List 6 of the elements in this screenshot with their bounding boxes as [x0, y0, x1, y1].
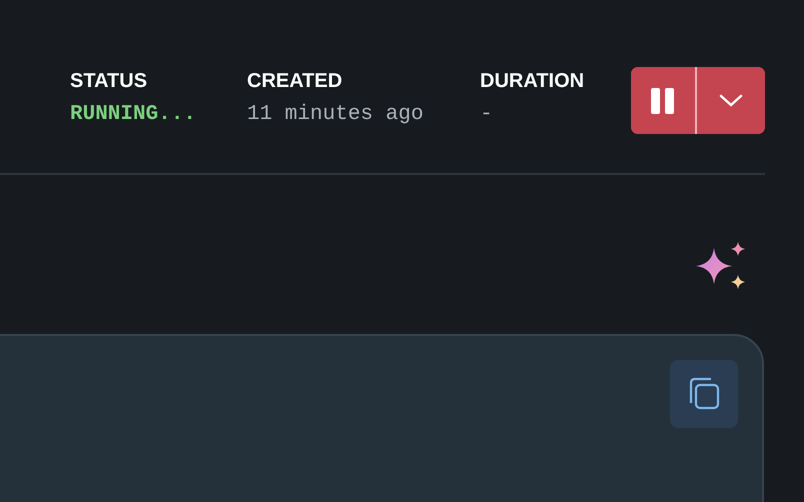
stat-label: CREATED	[247, 69, 344, 93]
stat-value: 11 minutes ago	[247, 103, 424, 127]
stat-label: DURATION	[480, 69, 584, 93]
stat-label: STATUS	[70, 69, 148, 93]
stat-value: -	[480, 103, 494, 127]
status-value: RUNNING...	[70, 103, 198, 127]
